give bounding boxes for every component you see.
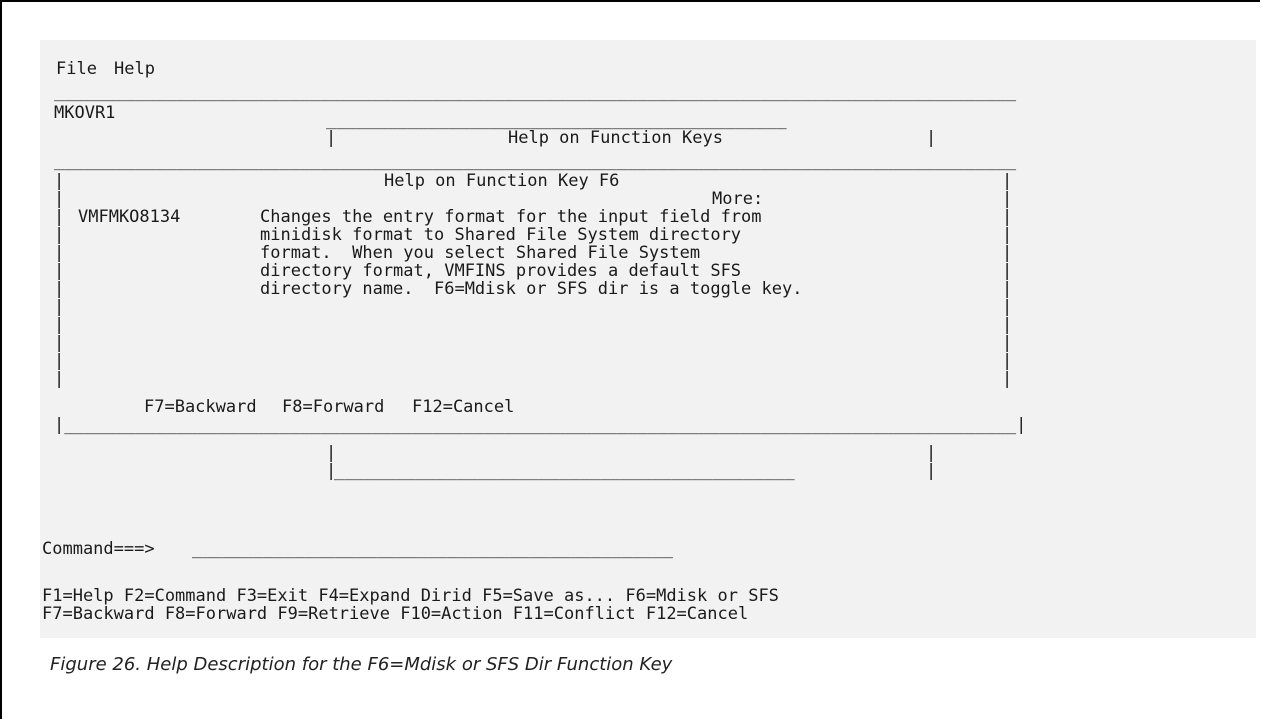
figure-caption: Figure 26. Help Description for the F6=M… bbox=[50, 654, 673, 675]
outer-window-title: Help on Function Keys bbox=[508, 128, 723, 148]
menu-file[interactable]: File bbox=[56, 60, 97, 78]
separator-line: ________________________________________… bbox=[54, 82, 1017, 102]
help-window-left-border: | | | | | | | | | | | | bbox=[54, 171, 65, 389]
help-text-line: minidisk format to Shared File System di… bbox=[260, 225, 742, 245]
f7-backward-key[interactable]: F7=Backward bbox=[144, 398, 257, 416]
command-input[interactable]: ________________________________________… bbox=[192, 540, 673, 558]
screen-id: MKOVR1 bbox=[54, 103, 116, 123]
f8-forward-key[interactable]: F8=Forward bbox=[282, 398, 384, 416]
menu-help[interactable]: Help bbox=[114, 60, 155, 78]
outer-window-top-border: ________________________________________… bbox=[326, 110, 787, 130]
message-id: VMFMKO8134 bbox=[78, 207, 181, 227]
outer-window-right-border: | | bbox=[926, 443, 937, 481]
help-window-title: Help on Function Key F6 bbox=[384, 171, 620, 191]
outer-window-bottom-border: ________________________________________… bbox=[334, 461, 795, 481]
help-window-right-border: | | | | | | | | | | | | bbox=[1002, 171, 1013, 389]
function-keys-line-1: F1=Help F2=Command F3=Exit F4=Expand Dir… bbox=[42, 586, 779, 606]
help-window-top-border: ________________________________________… bbox=[54, 151, 1017, 171]
outer-window-right-border: | bbox=[926, 128, 937, 148]
help-text-line: Changes the entry format for the input f… bbox=[260, 207, 762, 227]
help-text-line: directory format, VMFINS provides a defa… bbox=[260, 261, 742, 281]
outer-window-left-border: | bbox=[326, 128, 337, 148]
terminal-screen: File Help ______________________________… bbox=[40, 40, 1256, 638]
help-text-line: format. When you select Shared File Syst… bbox=[260, 243, 701, 263]
command-prompt: Command===> bbox=[42, 539, 155, 559]
function-keys-line-2: F7=Backward F8=Forward F9=Retrieve F10=A… bbox=[42, 604, 749, 624]
f12-cancel-key[interactable]: F12=Cancel bbox=[412, 398, 514, 416]
more-indicator: More: bbox=[712, 189, 764, 209]
help-window-bottom-border: |_______________________________________… bbox=[54, 415, 1027, 435]
help-text-line: directory name. F6=Mdisk or SFS dir is a… bbox=[260, 279, 803, 299]
